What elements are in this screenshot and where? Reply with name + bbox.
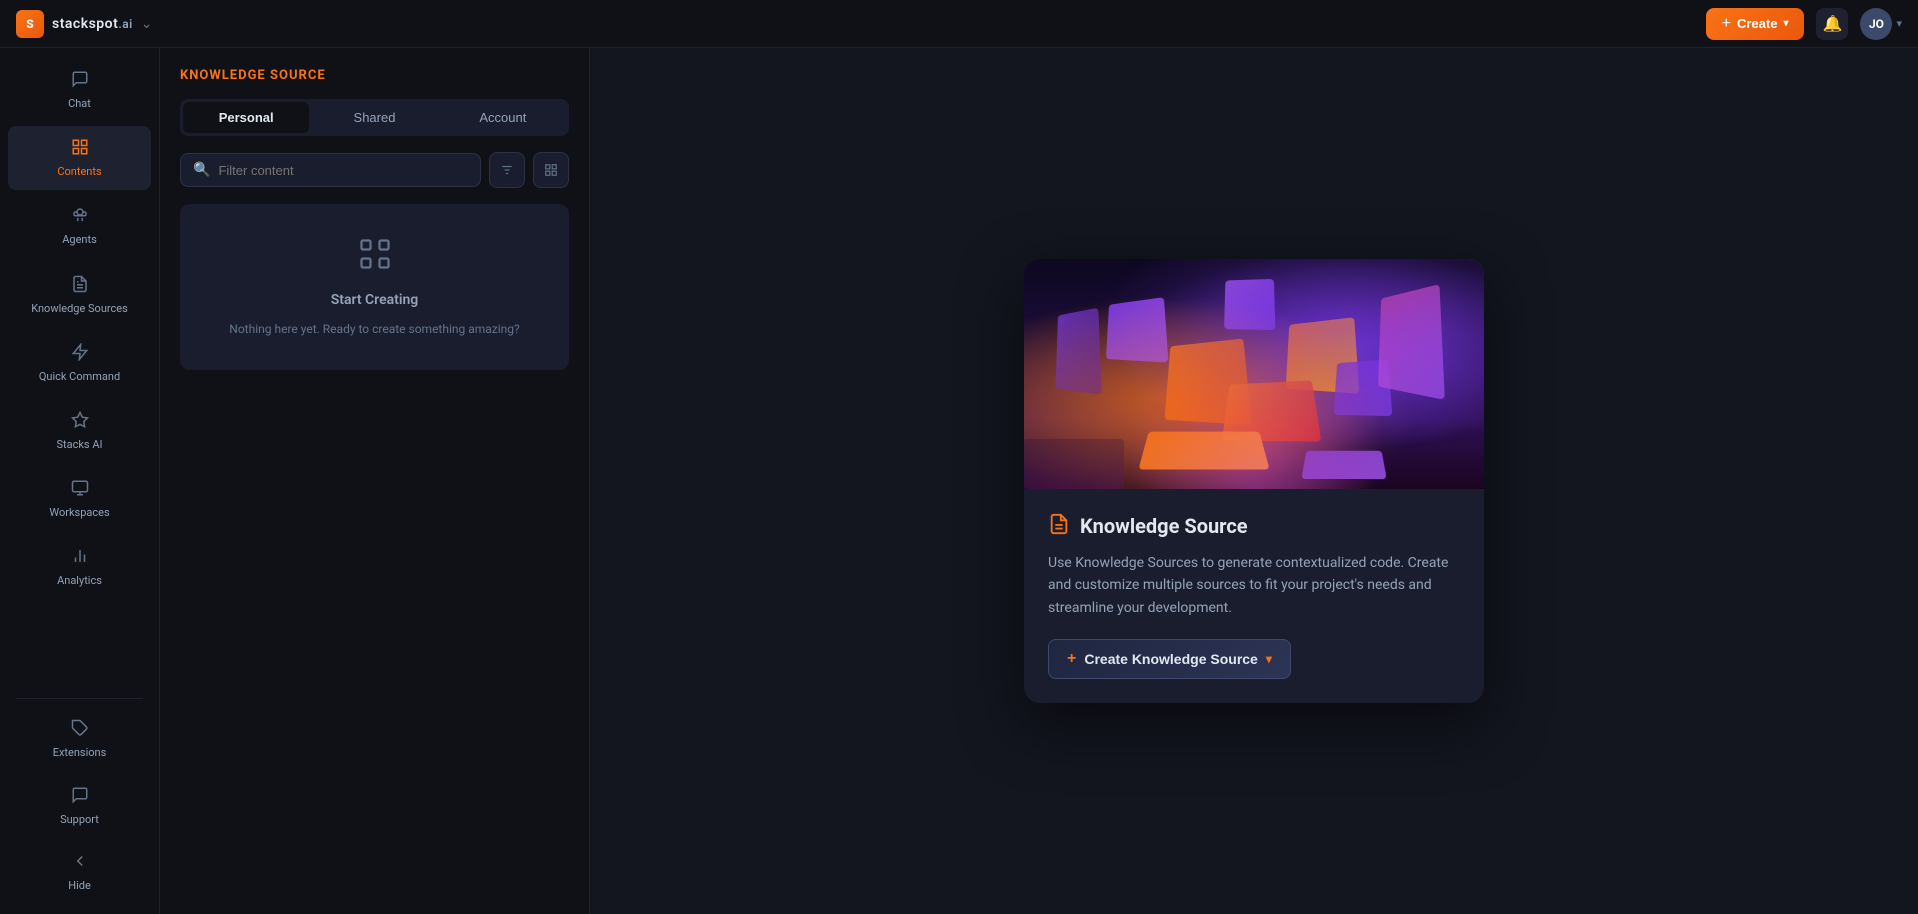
main-layout: Chat Contents Agents Knowledge Sources Q (0, 48, 1918, 914)
cta-chevron-icon: ▾ (1266, 652, 1272, 666)
sidebar-item-label: Chat (68, 97, 91, 110)
workspaces-icon (71, 479, 89, 502)
sidebar-item-contents[interactable]: Contents (8, 126, 151, 190)
avatar[interactable]: JO (1860, 8, 1892, 40)
sidebar-item-label: Extensions (53, 746, 107, 759)
search-row: 🔍 (160, 152, 589, 204)
tab-personal[interactable]: Personal (183, 102, 309, 133)
tab-shared[interactable]: Shared (311, 102, 437, 133)
tab-account[interactable]: Account (440, 102, 566, 133)
promo-title-icon (1048, 513, 1070, 540)
logo-icon: S (16, 10, 44, 38)
promo-title: Knowledge Source (1080, 514, 1248, 538)
logo-text: stackspot.ai (52, 16, 133, 32)
sidebar-bottom: Extensions Support Hide (0, 690, 159, 906)
sidebar-item-label: Quick Command (39, 370, 120, 383)
content-area: KNOWLEDGE SOURCE Personal Shared Account… (160, 48, 1918, 914)
sidebar-item-stacks-ai[interactable]: Stacks AI (8, 399, 151, 463)
create-plus-icon: + (1722, 15, 1731, 33)
sidebar-divider (16, 698, 143, 699)
sidebar: Chat Contents Agents Knowledge Sources Q (0, 48, 160, 914)
notifications-button[interactable]: 🔔 (1816, 8, 1848, 40)
sidebar-item-label: Support (60, 813, 99, 826)
cta-label: Create Knowledge Source (1084, 651, 1258, 667)
avatar-chevron-icon: ▾ (1896, 17, 1902, 30)
avatar-initials: JO (1869, 17, 1884, 31)
logo-wordmark: stackspot (52, 16, 118, 32)
create-knowledge-source-button[interactable]: + Create Knowledge Source ▾ (1048, 639, 1291, 679)
agents-icon (71, 206, 89, 229)
sidebar-item-extensions[interactable]: Extensions (8, 707, 151, 771)
sidebar-item-quick-command[interactable]: Quick Command (8, 331, 151, 395)
cta-plus-icon: + (1067, 650, 1076, 668)
sidebar-item-analytics[interactable]: Analytics (8, 535, 151, 599)
contents-icon (71, 138, 89, 161)
promo-image (1024, 259, 1484, 489)
extensions-icon (71, 719, 89, 742)
quick-command-icon (71, 343, 89, 366)
topbar-right: + Create ▾ 🔔 JO ▾ (1706, 8, 1902, 40)
empty-state-icon (357, 236, 393, 280)
user-avatar-wrapper[interactable]: JO ▾ (1860, 8, 1902, 40)
sidebar-item-label: Stacks AI (56, 438, 102, 451)
sidebar-item-label: Knowledge Sources (31, 302, 128, 315)
chat-icon (71, 70, 89, 93)
hide-icon (71, 852, 89, 875)
create-chevron-icon: ▾ (1783, 18, 1788, 29)
filter-button[interactable] (489, 152, 525, 188)
logo-ai-suffix: .ai (118, 17, 132, 31)
promo-title-row: Knowledge Source (1048, 513, 1460, 540)
sidebar-item-label: Hide (68, 879, 91, 892)
sidebar-item-chat[interactable]: Chat (8, 58, 151, 122)
panel-title: KNOWLEDGE SOURCE (180, 68, 569, 83)
support-icon (71, 786, 89, 809)
search-box: 🔍 (180, 153, 481, 187)
sidebar-item-agents[interactable]: Agents (8, 194, 151, 258)
promo-content: Knowledge Source Use Knowledge Sources t… (1024, 489, 1484, 703)
sidebar-item-label: Workspaces (49, 506, 109, 519)
sidebar-item-label: Analytics (57, 574, 102, 587)
search-icon: 🔍 (193, 162, 210, 178)
tabs-row: Personal Shared Account (180, 99, 569, 136)
topbar-left: S stackspot.ai ⌄ (16, 10, 153, 38)
stacks-ai-icon (71, 411, 89, 434)
right-panel: Knowledge Source Use Knowledge Sources t… (590, 48, 1918, 914)
cube-visualization (1024, 259, 1484, 489)
analytics-icon (71, 547, 89, 570)
sidebar-item-label: Contents (57, 165, 101, 178)
promo-description: Use Knowledge Sources to generate contex… (1048, 552, 1460, 619)
knowledge-sources-icon (71, 275, 89, 298)
global-create-button[interactable]: + Create ▾ (1706, 8, 1805, 40)
left-panel: KNOWLEDGE SOURCE Personal Shared Account… (160, 48, 590, 914)
sidebar-item-label: Agents (62, 233, 97, 246)
panel-header: KNOWLEDGE SOURCE Personal Shared Account (160, 48, 589, 152)
view-toggle-button[interactable] (533, 152, 569, 188)
topbar-expand-icon[interactable]: ⌄ (141, 16, 153, 32)
empty-state: Start Creating Nothing here yet. Ready t… (180, 204, 569, 370)
create-label: Create (1737, 16, 1777, 31)
sidebar-item-workspaces[interactable]: Workspaces (8, 467, 151, 531)
sidebar-item-support[interactable]: Support (8, 774, 151, 838)
sidebar-item-knowledge-sources[interactable]: Knowledge Sources (8, 263, 151, 327)
empty-state-title: Start Creating (331, 292, 419, 308)
promo-card: Knowledge Source Use Knowledge Sources t… (1024, 259, 1484, 703)
topbar: S stackspot.ai ⌄ + Create ▾ 🔔 JO ▾ (0, 0, 1918, 48)
sidebar-item-hide[interactable]: Hide (8, 840, 151, 904)
empty-state-description: Nothing here yet. Ready to create someth… (229, 320, 519, 338)
search-input[interactable] (218, 163, 468, 178)
